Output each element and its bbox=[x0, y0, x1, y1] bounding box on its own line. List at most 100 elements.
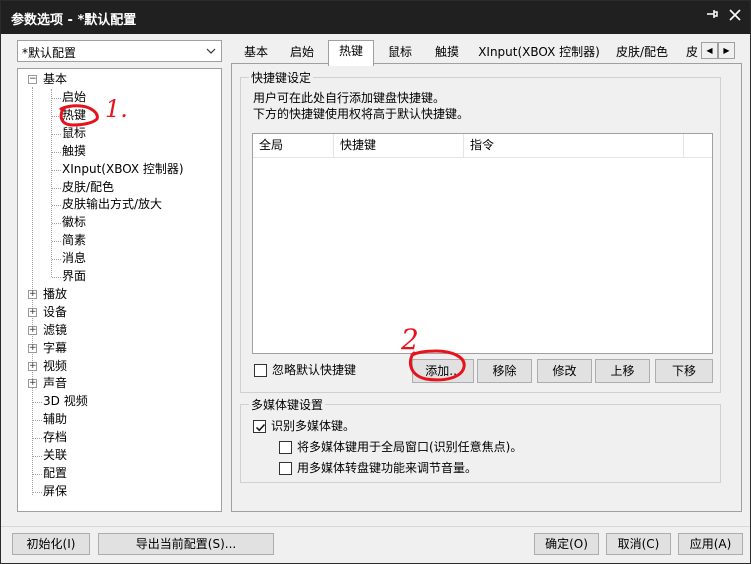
tree-node-leaf[interactable]: 配置 bbox=[43, 465, 67, 482]
column-command[interactable]: 指令 bbox=[464, 134, 684, 158]
tree-guide-connector bbox=[52, 241, 61, 243]
tree-node-child[interactable]: 界面 bbox=[62, 268, 86, 285]
move-down-button[interactable]: 下移 bbox=[655, 359, 713, 383]
tree-guide-connector bbox=[33, 473, 42, 475]
tree-node-child[interactable]: XInput(XBOX 控制器) bbox=[62, 161, 184, 178]
hotkeys-description-2: 下方的快捷键使用权将高于默认快捷键。 bbox=[253, 107, 470, 121]
tree-guide-connector bbox=[33, 420, 42, 422]
hotkeys-group-title: 快捷键设定 bbox=[249, 69, 314, 86]
hotkeys-panel: 快捷键设定 用户可在此处自行添加键盘快捷键。 下方的快捷键使用权将高于默认快捷键… bbox=[231, 63, 742, 512]
expand-icon[interactable]: + bbox=[28, 343, 37, 353]
checkbox-label: 识别多媒体键。 bbox=[271, 419, 356, 433]
tab-touch[interactable]: 触摸 bbox=[426, 42, 468, 64]
tree-node-child[interactable]: 皮肤/配色 bbox=[62, 179, 114, 196]
tree-node-leaf[interactable]: 屏保 bbox=[43, 483, 67, 500]
column-hotkey[interactable]: 快捷键 bbox=[334, 134, 464, 158]
tree-guide-connector bbox=[33, 491, 42, 493]
tree-node-child[interactable]: 徽标 bbox=[62, 214, 86, 231]
close-icon[interactable] bbox=[724, 7, 746, 27]
hotkeys-list[interactable]: 全局 快捷键 指令 bbox=[252, 133, 713, 354]
ok-button[interactable]: 确定(O) bbox=[534, 533, 599, 555]
tree-node-child[interactable]: 触摸 bbox=[62, 143, 86, 160]
initialize-button[interactable]: 初始化(I) bbox=[12, 533, 90, 555]
expand-icon[interactable]: + bbox=[28, 361, 37, 371]
profile-combo-value: *默认配置 bbox=[22, 46, 77, 60]
tree-node-leaf[interactable]: 辅助 bbox=[43, 411, 67, 428]
title-bar: 参数选项 - *默认配置 bbox=[1, 1, 750, 34]
window-title: 参数选项 - *默认配置 bbox=[11, 13, 137, 28]
checkbox-box bbox=[279, 462, 292, 475]
tree-node-leaf[interactable]: 关联 bbox=[43, 447, 67, 464]
tree-node-child[interactable]: 启始 bbox=[62, 89, 86, 106]
tree-node-selected[interactable]: 热键 bbox=[62, 107, 86, 124]
settings-tree[interactable]: − 基本 启始 热键 鼠标 触摸 XInput(XBOX 控制器) 皮肤/配色 皮肤输出方式… bbox=[17, 68, 222, 512]
move-up-button[interactable]: 上移 bbox=[595, 359, 650, 383]
tree-guide-line-child bbox=[51, 89, 52, 277]
tree-guide-connector bbox=[52, 98, 61, 99]
checkbox-box bbox=[279, 441, 292, 454]
add-hotkey-button[interactable]: 添加... bbox=[412, 359, 474, 383]
hotkeys-description-1: 用户可在此处自行添加键盘快捷键。 bbox=[253, 91, 446, 105]
footer-divider bbox=[1, 526, 750, 527]
edit-hotkey-button[interactable]: 修改 bbox=[537, 359, 592, 383]
remove-hotkey-button[interactable]: 移除 bbox=[477, 359, 532, 383]
tab-scroll-right-icon[interactable]: ▶ bbox=[718, 42, 735, 59]
checkbox-label: 忽略默认快捷键 bbox=[272, 363, 357, 377]
expand-icon[interactable]: + bbox=[28, 379, 37, 389]
tree-node-leaf[interactable]: 3D 视频 bbox=[43, 393, 88, 410]
tree-node-label: 声音 bbox=[43, 376, 68, 391]
tab-startup[interactable]: 启始 bbox=[281, 42, 323, 64]
tree-node-label: 滤镜 bbox=[43, 322, 68, 337]
tree-guide-connector bbox=[52, 223, 61, 225]
expand-icon[interactable]: + bbox=[28, 325, 37, 335]
tree-node-label: 视频 bbox=[43, 358, 68, 373]
tree-node-child[interactable]: 消息 bbox=[62, 250, 86, 267]
expand-icon[interactable]: + bbox=[28, 307, 37, 317]
expand-icon[interactable]: + bbox=[28, 289, 37, 299]
checkbox-box bbox=[254, 364, 267, 377]
tree-node-child[interactable]: 皮肤输出方式/放大 bbox=[62, 196, 162, 213]
media-keys-group-title: 多媒体键设置 bbox=[249, 396, 326, 413]
tab-truncated[interactable]: 皮 bbox=[683, 42, 701, 64]
tree-guide-connector bbox=[52, 115, 61, 117]
collapse-icon[interactable]: − bbox=[28, 75, 37, 84]
tree-guide-connector bbox=[52, 205, 61, 207]
tree-guide-connector bbox=[52, 277, 61, 278]
chevron-down-icon bbox=[206, 45, 216, 57]
hotkeys-group: 快捷键设定 用户可在此处自行添加键盘快捷键。 下方的快捷键使用权将高于默认快捷键… bbox=[240, 69, 721, 393]
tree-node-label: 基本 bbox=[43, 72, 68, 86]
apply-button[interactable]: 应用(A) bbox=[678, 533, 743, 555]
tab-strip: 基本 启始 热键 鼠标 触摸 XInput(XBOX 控制器) 皮肤/配色 皮 … bbox=[231, 40, 741, 66]
tab-hotkeys[interactable]: 热键 bbox=[328, 40, 374, 66]
media-keys-group: 多媒体键设置 识别多媒体键。 将多媒体键用于全局窗口(识别任意焦点)。 用多媒体… bbox=[240, 396, 721, 483]
export-config-button[interactable]: 导出当前配置(S)... bbox=[98, 533, 274, 555]
pin-icon[interactable] bbox=[701, 7, 723, 27]
tab-basic[interactable]: 基本 bbox=[235, 42, 277, 64]
tree-node-child[interactable]: 简素 bbox=[62, 232, 86, 249]
tree-node-leaf[interactable]: 存档 bbox=[43, 429, 67, 446]
tab-skin[interactable]: 皮肤/配色 bbox=[609, 42, 675, 64]
tree-node-label: 字幕 bbox=[43, 340, 68, 355]
tree-guide-connector bbox=[33, 438, 42, 440]
tree-guide-connector bbox=[52, 187, 61, 189]
tab-scroll-left-icon[interactable]: ◀ bbox=[701, 42, 718, 59]
tree-guide-connector bbox=[52, 133, 61, 135]
column-global[interactable]: 全局 bbox=[253, 134, 334, 158]
tree-node-label: 播放 bbox=[43, 286, 68, 301]
profile-combo[interactable]: *默认配置 bbox=[17, 40, 222, 62]
cancel-button[interactable]: 取消(C) bbox=[606, 533, 671, 555]
checkbox-box bbox=[253, 420, 266, 433]
tree-guide-connector bbox=[33, 456, 42, 457]
preferences-window: 参数选项 - *默认配置 *默认配置 − 基本 启始 热键 鼠标 触摸 XInput(X… bbox=[0, 0, 751, 564]
tree-guide-connector bbox=[33, 402, 42, 404]
checkbox-label: 用多媒体转盘键功能来调节音量。 bbox=[297, 461, 478, 475]
tree-guide-connector bbox=[52, 169, 61, 171]
tree-node-label: 设备 bbox=[43, 304, 68, 319]
tab-xinput[interactable]: XInput(XBOX 控制器) bbox=[475, 42, 603, 64]
tree-guide-connector bbox=[52, 259, 61, 261]
hotkeys-list-header: 全局 快捷键 指令 bbox=[253, 134, 712, 158]
tree-node-child[interactable]: 鼠标 bbox=[62, 125, 86, 142]
tree-guide-connector bbox=[52, 151, 61, 153]
tab-mouse[interactable]: 鼠标 bbox=[379, 42, 421, 64]
checkbox-label: 将多媒体键用于全局窗口(识别任意焦点)。 bbox=[297, 440, 523, 454]
